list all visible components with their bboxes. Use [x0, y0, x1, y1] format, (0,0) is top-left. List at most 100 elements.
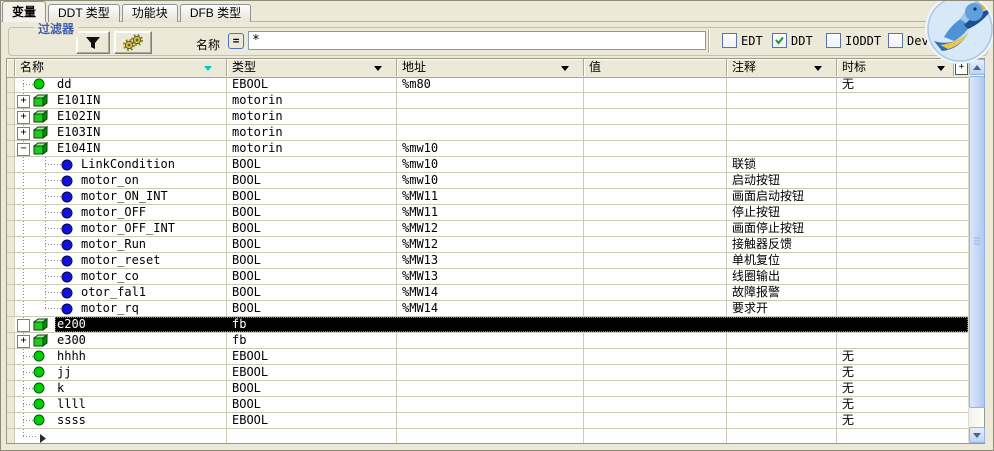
table-row[interactable]: +E101INmotorin — [7, 93, 968, 109]
checkbox-label: DDT — [791, 34, 813, 48]
table-row[interactable]: LinkConditionBOOL%mw10联锁 — [7, 157, 968, 173]
tab-ddt-types[interactable]: DDT 类型 — [48, 4, 120, 22]
filter-equals-button[interactable]: = — [228, 33, 244, 49]
checkbox-ddt[interactable]: DDT — [772, 33, 813, 48]
value-cell — [584, 413, 727, 428]
collapse-minus-box-icon[interactable]: − — [17, 143, 30, 156]
expand-plus-box-icon[interactable]: + — [17, 319, 30, 332]
table-row[interactable]: motor_rqBOOL%MW14要求开 — [7, 301, 968, 317]
row-gutter — [7, 349, 15, 364]
table-row[interactable]: llllBOOL无 — [7, 397, 968, 413]
column-header-addr[interactable]: 地址 — [397, 59, 584, 76]
filter-dropdown-arrow-icon[interactable] — [814, 66, 822, 71]
name-cell: +E101IN — [15, 93, 227, 108]
name-cell: llll — [15, 397, 227, 412]
address-cell: %mw10 — [397, 173, 584, 188]
table-row[interactable]: hhhhEBOOL无 — [7, 349, 968, 365]
column-header-label: 地址 — [402, 60, 426, 74]
type-cell: BOOL — [227, 205, 397, 220]
name-cell: motor_co — [15, 269, 227, 284]
comment-cell: 故障报警 — [727, 285, 837, 300]
table-row[interactable]: motor_OFF_INTBOOL%MW12画面停止按钮 — [7, 221, 968, 237]
type-cell: motorin — [227, 93, 397, 108]
filter-funnel-button[interactable] — [76, 31, 110, 54]
table-row[interactable]: −E104INmotorin%mw10 — [7, 141, 968, 157]
scroll-down-button[interactable] — [969, 427, 985, 443]
scrollbar-thumb[interactable] — [969, 76, 985, 408]
name-cell: motor_ON_INT — [15, 189, 227, 204]
tree-line — [45, 212, 61, 213]
type-cell: BOOL — [227, 221, 397, 236]
table-row[interactable]: ddEBOOL%m80无 — [7, 77, 968, 93]
table-row[interactable]: motor_onBOOL%mw10启动按钮 — [7, 173, 968, 189]
filter-dropdown-arrow-icon[interactable] — [561, 66, 569, 71]
value-cell — [584, 221, 727, 236]
row-gutter — [7, 205, 15, 220]
table-row[interactable]: motor_resetBOOL%MW13单机复位 — [7, 253, 968, 269]
address-cell: %mw10 — [397, 157, 584, 172]
tree-line — [45, 196, 61, 197]
value-cell — [584, 365, 727, 380]
checkbox-box-ioddt[interactable] — [826, 33, 841, 48]
table-row[interactable]: +e300fb — [7, 333, 968, 349]
column-header-name[interactable]: 名称 — [15, 59, 227, 76]
checkbox-box-edt[interactable] — [722, 33, 737, 48]
table-row[interactable]: kBOOL无 — [7, 381, 968, 397]
column-header-value[interactable]: 值 — [584, 59, 727, 76]
filter-settings-button[interactable] — [114, 31, 152, 54]
tree-line — [45, 308, 61, 309]
row-gutter — [7, 397, 15, 412]
checkbox-label: EDT — [741, 34, 763, 48]
variable-name: e300 — [57, 333, 86, 348]
empty-cell — [584, 429, 727, 443]
table-row[interactable]: motor_coBOOL%MW13线圈输出 — [7, 269, 968, 285]
value-cell — [584, 397, 727, 412]
checkbox-box-ddt[interactable] — [772, 33, 787, 48]
checkbox-box-device-ddt[interactable] — [888, 33, 903, 48]
tree-line — [23, 189, 24, 204]
filter-pattern-input[interactable] — [248, 31, 706, 50]
table-new-row[interactable] — [7, 429, 968, 443]
column-header-type[interactable]: 类型 — [227, 59, 397, 76]
arrow-down-icon — [973, 433, 981, 438]
tab-function-blocks[interactable]: 功能块 — [122, 4, 178, 22]
table-row[interactable]: +E102INmotorin — [7, 109, 968, 125]
table-row[interactable]: + E103IN motorin — [7, 125, 968, 141]
vertical-scrollbar[interactable] — [968, 59, 984, 443]
tab-variables[interactable]: 变量 — [2, 1, 46, 22]
address-cell — [397, 125, 584, 140]
row-gutter — [7, 93, 15, 108]
checkbox-ioddt[interactable]: IODDT — [826, 33, 881, 48]
arrow-right-icon — [39, 432, 47, 443]
expand-plus-box-icon[interactable]: + — [17, 127, 30, 140]
variable-name: motor_OFF — [81, 205, 146, 220]
expand-plus-box-icon[interactable]: + — [17, 335, 30, 348]
funnel-icon — [85, 36, 101, 50]
timestamp-cell — [837, 109, 968, 124]
checkbox-edt[interactable]: EDT — [722, 33, 763, 48]
table-row[interactable]: +e200fb — [7, 317, 968, 333]
comment-cell: 联锁 — [727, 157, 837, 172]
table-row[interactable]: ssssEBOOL无 — [7, 413, 968, 429]
table-row[interactable]: motor_ON_INTBOOL%MW11画面启动按钮 — [7, 189, 968, 205]
comment-cell — [727, 365, 837, 380]
timestamp-cell: 无 — [837, 381, 968, 396]
name-cell: +E102IN — [15, 109, 227, 124]
type-cell: motorin — [227, 141, 397, 156]
table-row[interactable]: motor_OFFBOOL%MW11停止按钮 — [7, 205, 968, 221]
tab-dfb-types[interactable]: DFB 类型 — [180, 4, 251, 22]
value-cell — [584, 253, 727, 268]
variable-name: E103IN — [57, 125, 100, 140]
expand-plus-box-icon[interactable]: + — [17, 95, 30, 108]
filter-dropdown-arrow-icon[interactable] — [374, 66, 382, 71]
expand-plus-box-icon[interactable]: + — [17, 111, 30, 124]
table-row[interactable]: otor_fal1BOOL%MW14故障报警 — [7, 285, 968, 301]
name-cell: hhhh — [15, 349, 227, 364]
type-cell: motorin — [227, 125, 397, 140]
table-row[interactable]: motor_RunBOOL%MW12接触器反馈 — [7, 237, 968, 253]
filter-dropdown-arrow-icon[interactable] — [204, 66, 212, 71]
tree-line — [45, 292, 61, 293]
table-row[interactable]: jjEBOOL无 — [7, 365, 968, 381]
column-header-comment[interactable]: 注释 — [727, 59, 837, 76]
timestamp-cell — [837, 253, 968, 268]
